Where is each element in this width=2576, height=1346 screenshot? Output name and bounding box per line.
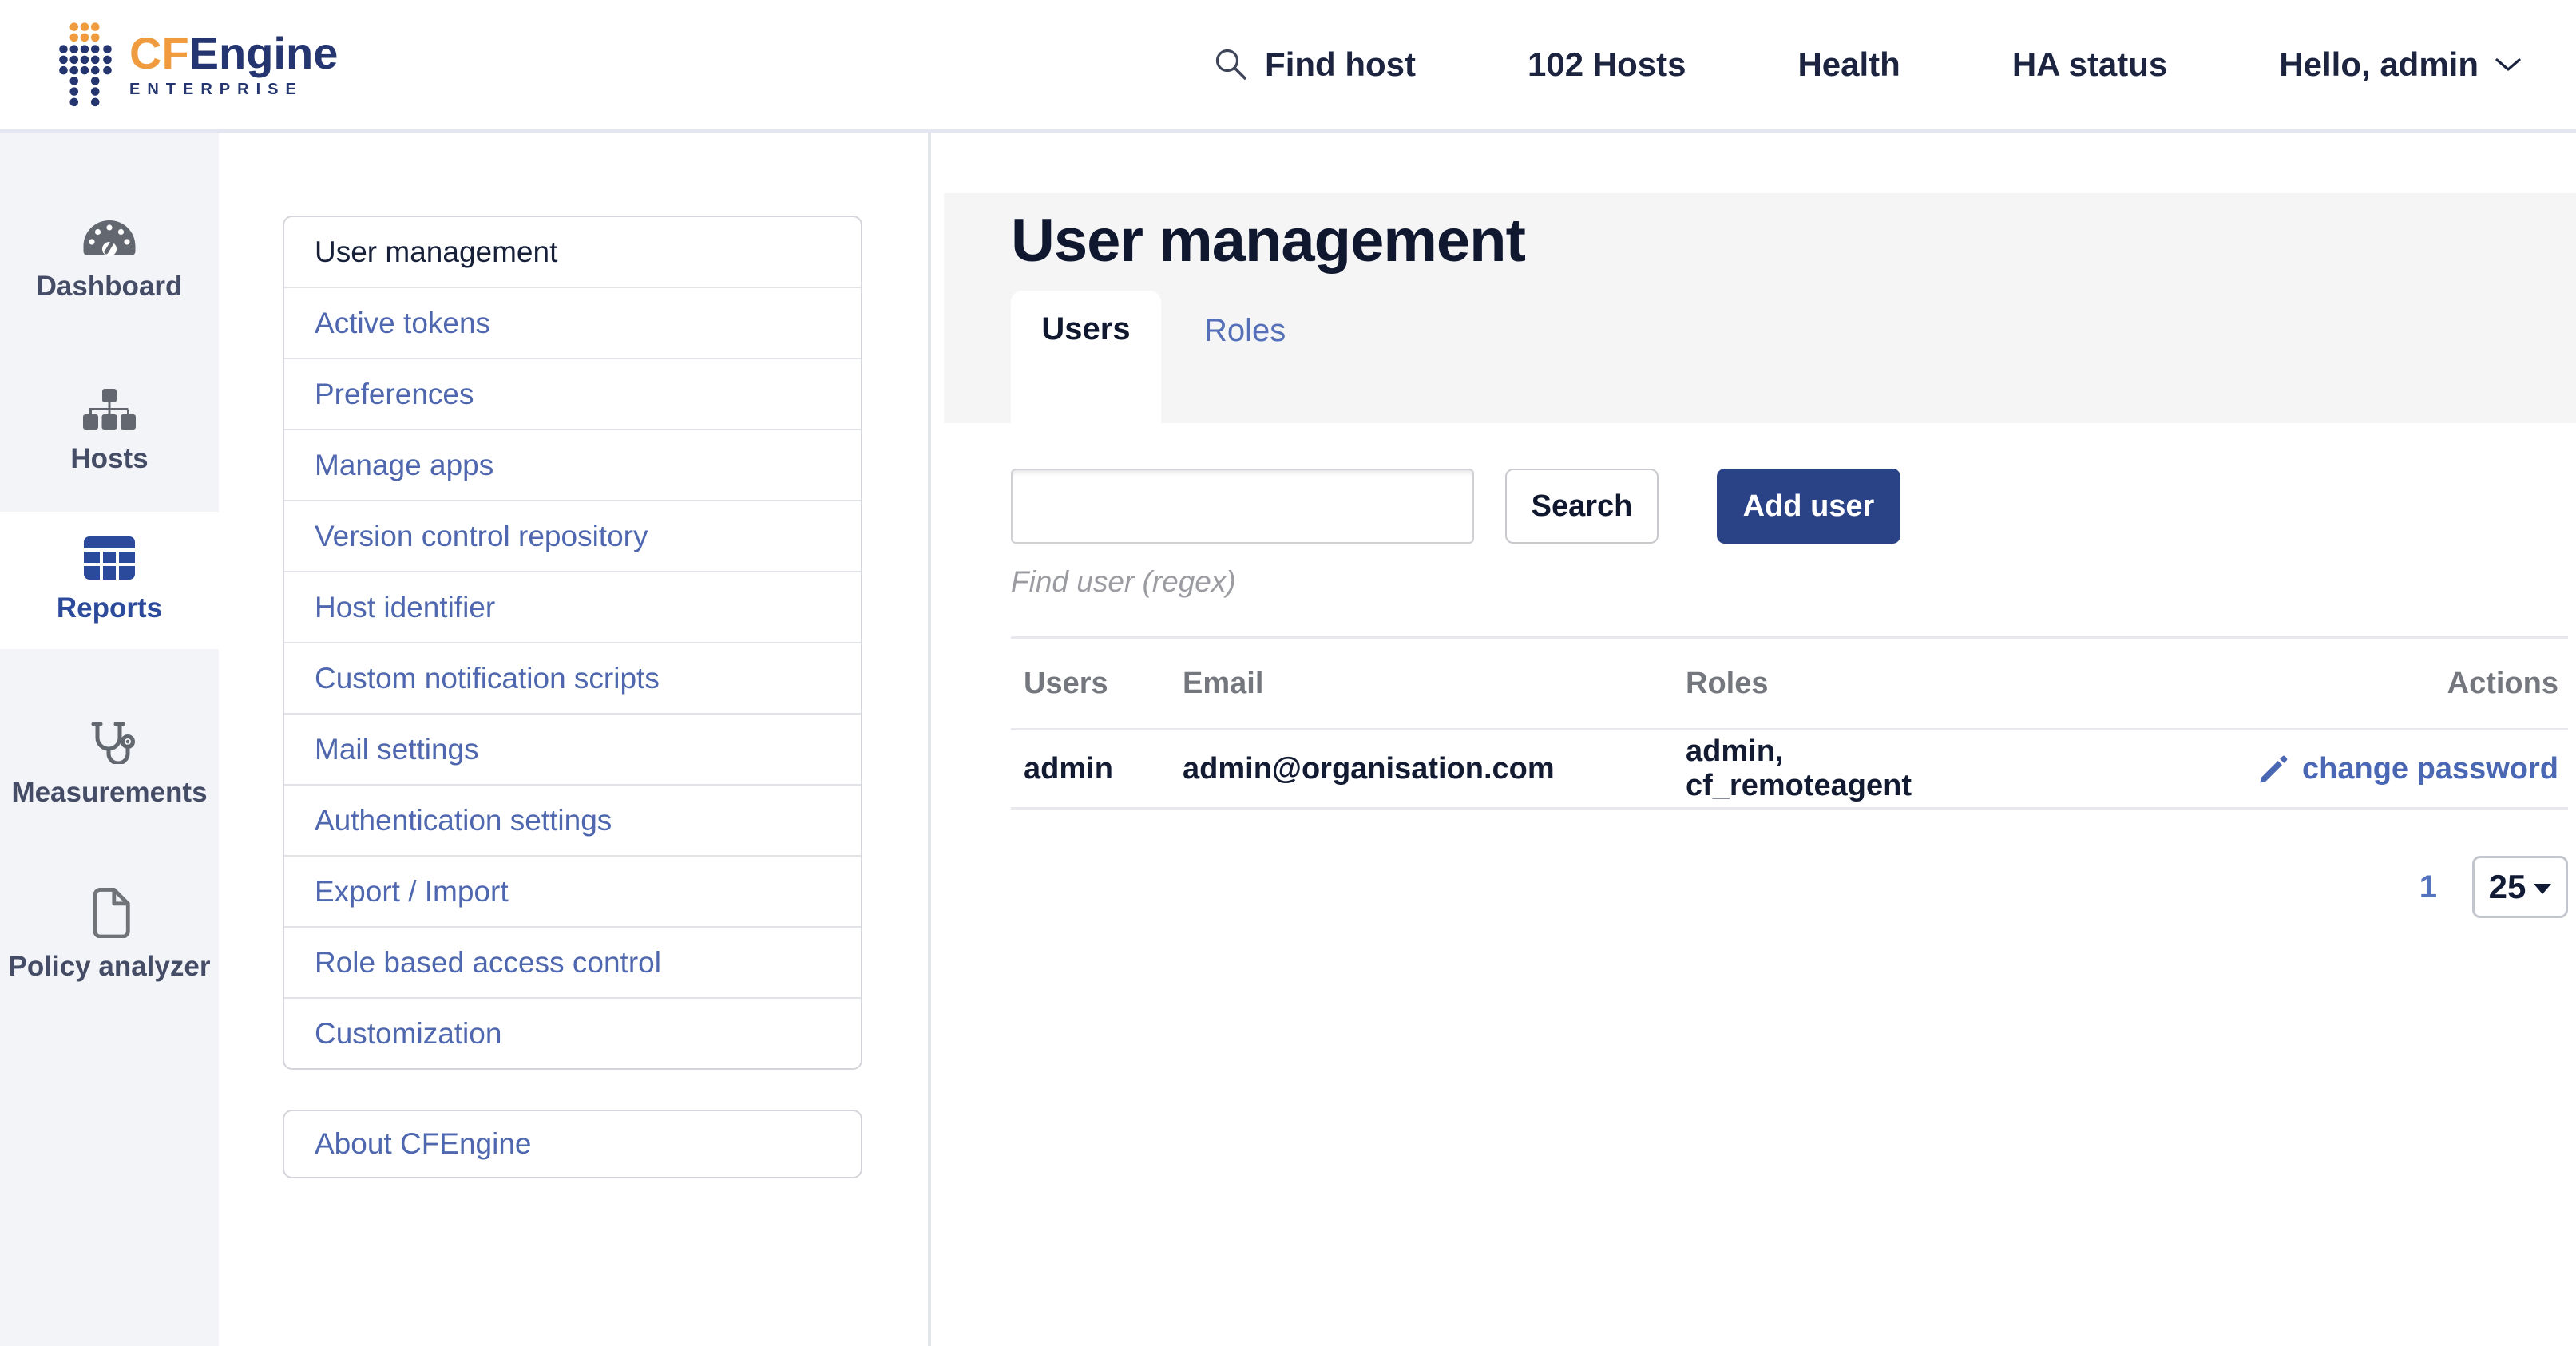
sidebar-item-hosts[interactable]: Hosts [0,363,219,501]
table-icon [84,536,135,580]
menu-item-preferences[interactable]: Preferences [284,358,861,429]
pencil-icon [2259,754,2289,784]
cell-actions: change password [2017,752,2568,786]
search-icon [1214,47,1249,82]
search-button[interactable]: Search [1505,469,1659,544]
cell-email: admin@organisation.com [1183,752,1686,786]
column-header-roles: Roles [1686,667,2017,701]
nav-find-host[interactable]: Find host [1214,46,1416,84]
pagination: 1 25 [1011,856,2568,918]
menu-item-export-import[interactable]: Export / Import [284,855,861,926]
sidebar-item-policy-analyzer[interactable]: Policy analyzer [0,866,219,1004]
sidebar-item-measurements[interactable]: Measurements [0,695,219,832]
menu-item-authentication-settings[interactable]: Authentication settings [284,784,861,855]
sitemap-icon [83,389,136,430]
tab-users[interactable]: Users [1011,291,1161,423]
tab-roles[interactable]: Roles [1204,291,1286,349]
main-content: User management Users Roles Search Add u… [931,133,2576,1346]
menu-item-about-cfengine[interactable]: About CFEngine [283,1110,862,1178]
chevron-down-icon [2495,57,2522,73]
page-title: User management [1011,206,2576,275]
top-navigation: Find host 102 Hosts Health HA status Hel… [1214,46,2522,84]
menu-item-version-control-repository[interactable]: Version control repository [284,500,861,571]
gauge-icon [81,218,138,258]
settings-menu-column: User management Active tokens Preference… [219,133,928,1346]
table-row: admin admin@organisation.com admin, cf_r… [1011,730,2568,810]
tabs: Users Roles [1011,291,1286,423]
menu-item-mail-settings[interactable]: Mail settings [284,713,861,784]
page-number[interactable]: 1 [2419,869,2437,905]
sidebar-item-dashboard[interactable]: Dashboard [0,192,219,329]
nav-user-menu-label: Hello, admin [2279,46,2479,84]
about-cfengine-label: About CFEngine [315,1127,532,1161]
find-user-input[interactable] [1011,469,1474,544]
sidebar-item-label: Policy analyzer [9,951,211,983]
column-header-actions: Actions [2017,667,2568,701]
cfengine-robot-icon [57,22,113,108]
nav-health[interactable]: Health [1797,46,1900,84]
menu-item-user-management[interactable]: User management [284,217,861,287]
sidebar-item-reports[interactable]: Reports [0,512,219,649]
cell-roles: admin, cf_remoteagent [1686,734,2017,803]
nav-hosts-count-label: 102 Hosts [1528,46,1686,84]
search-row: Search Add user [1011,469,2576,544]
logo-cf: CF [129,28,189,78]
menu-item-custom-notification-scripts[interactable]: Custom notification scripts [284,642,861,713]
page-header-band: User management Users Roles [944,193,2576,423]
sidebar-item-label: Reports [57,592,162,624]
cfengine-logo[interactable]: CFEngine ENTERPRISE [57,22,338,108]
table-header-row: Users Email Roles Actions [1011,636,2568,730]
menu-item-role-based-access-control[interactable]: Role based access control [284,926,861,997]
menu-item-manage-apps[interactable]: Manage apps [284,429,861,500]
cfengine-app: CFEngine ENTERPRISE Find host 102 Hosts … [0,0,2576,1346]
cell-username: admin [1011,752,1183,786]
menu-item-active-tokens[interactable]: Active tokens [284,287,861,358]
change-password-label: change password [2302,752,2558,786]
nav-health-label: Health [1797,46,1900,84]
cfengine-logo-text: CFEngine ENTERPRISE [129,31,338,99]
settings-menu: User management Active tokens Preference… [283,216,862,1070]
users-table: Users Email Roles Actions admin admin@or… [1011,636,2568,810]
change-password-link[interactable]: change password [2259,752,2558,786]
column-header-email: Email [1183,667,1686,701]
nav-ha-status[interactable]: HA status [2012,46,2167,84]
stethoscope-icon [83,718,136,764]
logo-engine: Engine [189,28,339,78]
sidebar: Dashboard Hosts Report [0,133,219,1346]
sidebar-item-label: Measurements [11,777,207,809]
sidebar-item-label: Dashboard [37,271,183,303]
page-size-value: 25 [2489,868,2526,906]
caret-down-icon [2534,884,2551,894]
add-user-button[interactable]: Add user [1717,469,1900,544]
nav-find-host-label: Find host [1265,46,1416,84]
users-panel: Search Add user Find user (regex) Users … [1011,423,2576,1346]
menu-item-host-identifier[interactable]: Host identifier [284,571,861,642]
document-icon [87,887,132,938]
nav-hosts-count[interactable]: 102 Hosts [1528,46,1686,84]
nav-user-menu[interactable]: Hello, admin [2279,46,2522,84]
column-header-users: Users [1011,667,1183,701]
menu-item-customization[interactable]: Customization [284,997,861,1068]
nav-ha-status-label: HA status [2012,46,2167,84]
sidebar-item-label: Hosts [70,443,148,475]
logo-subtitle: ENTERPRISE [129,81,338,99]
page-size-select[interactable]: 25 [2472,856,2568,918]
find-user-hint: Find user (regex) [1011,565,2576,599]
top-header: CFEngine ENTERPRISE Find host 102 Hosts … [0,0,2576,133]
